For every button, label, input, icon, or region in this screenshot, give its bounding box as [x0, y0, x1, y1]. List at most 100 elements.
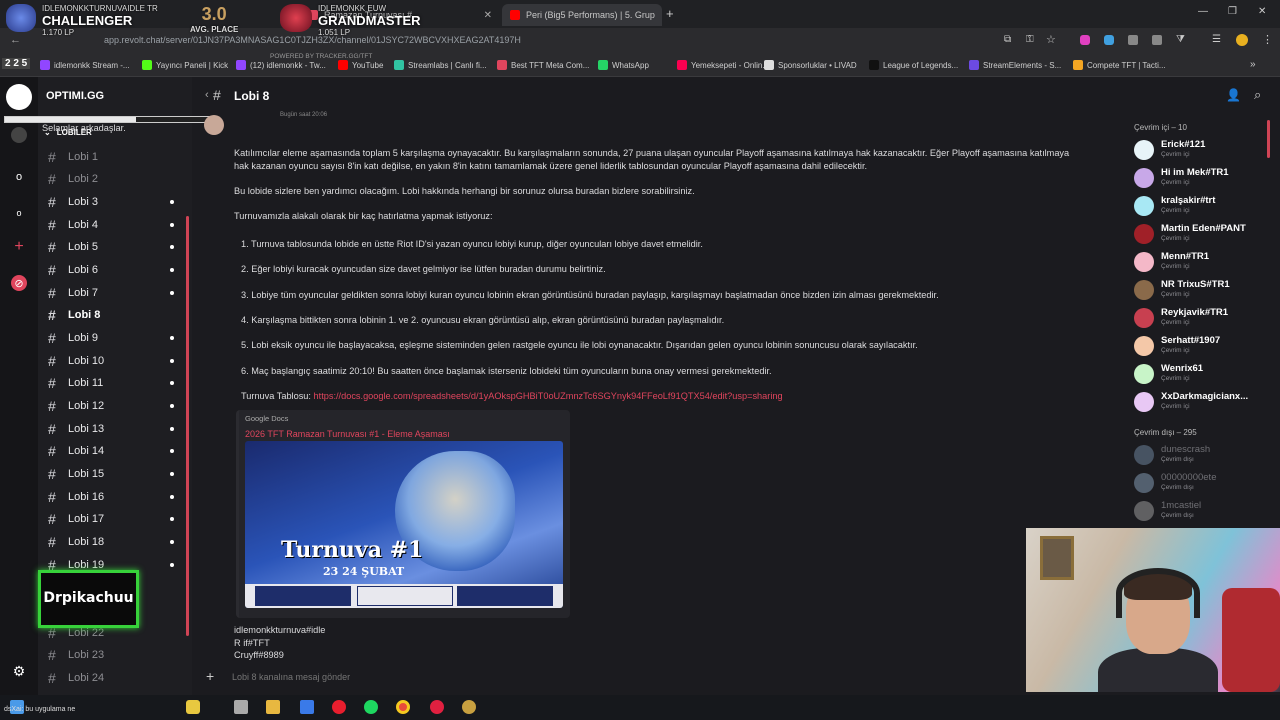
restore-icon[interactable]: ❐ — [1228, 6, 1237, 17]
channel-item[interactable]: # Lobi 17 — [48, 509, 174, 529]
discover-icon[interactable]: ⊘ — [11, 275, 27, 291]
chrome-icon[interactable] — [396, 700, 410, 714]
taskbar-app-icon[interactable] — [300, 700, 314, 714]
table-link[interactable]: https://docs.google.com/spreadsheets/d/1… — [314, 391, 783, 401]
channel-item[interactable]: # Lobi 23 — [48, 645, 174, 665]
member-item[interactable]: 00000000ete Çevrim dışı — [1134, 471, 1274, 497]
reading-list-icon[interactable]: ☰ — [1212, 34, 1221, 45]
channel-item[interactable]: # Lobi 15 — [48, 464, 174, 484]
sidebar-scrollbar[interactable] — [186, 216, 189, 636]
taskbar-app-icon[interactable] — [430, 700, 444, 714]
channel-item[interactable]: # Lobi 5 — [48, 237, 174, 257]
server-icon[interactable]: o — [11, 169, 27, 185]
channel-item[interactable]: # Lobi 18 — [48, 532, 174, 552]
member-item[interactable]: Hi im Mek#TR1 Çevrim içi — [1134, 166, 1274, 192]
chevron-left-icon[interactable]: ‹ — [205, 89, 209, 101]
bookmark-star-icon[interactable]: ☆ — [1046, 33, 1056, 46]
member-item[interactable]: NR TrixuS#TR1 Çevrim içi — [1134, 278, 1274, 304]
channel-item[interactable]: # Lobi 8 — [48, 305, 174, 325]
tab-label: Peri (Big5 Performans) | 5. Grup — [526, 10, 655, 20]
bookmark-item[interactable]: Yemeksepeti - Onlin... — [677, 60, 769, 70]
member-item[interactable]: Martin Eden#PANT Çevrim içi — [1134, 222, 1274, 248]
league-icon[interactable] — [462, 700, 476, 714]
member-status: Çevrim dışı — [1161, 456, 1194, 463]
bookmark-item[interactable]: idlemonkk Stream -... — [40, 60, 130, 70]
bookmark-item[interactable]: Streamlabs | Canlı fi... — [394, 60, 487, 70]
server-name[interactable]: OPTIMI.GG — [46, 90, 104, 102]
hash-icon: # — [48, 285, 56, 301]
members-icon[interactable]: 👤 — [1226, 88, 1241, 102]
bookmark-item[interactable]: WhatsApp — [598, 60, 649, 70]
member-avatar — [1134, 392, 1154, 412]
channel-item[interactable]: # Lobi 10 — [48, 351, 174, 371]
member-item[interactable]: Serhatt#1907 Çevrim içi — [1134, 334, 1274, 360]
server-icon[interactable] — [11, 127, 27, 143]
puzzle-extensions-icon[interactable]: ⧩ — [1176, 34, 1185, 45]
cast-icon[interactable]: ⧉ — [1004, 34, 1011, 45]
close-tab-icon[interactable]: ✕ — [661, 10, 662, 21]
bookmark-item[interactable]: Best TFT Meta Com... — [497, 60, 589, 70]
add-server-icon[interactable]: + — [11, 238, 27, 255]
channel-item[interactable]: # Lobi 6 — [48, 260, 174, 280]
member-item[interactable]: kralşakir#trt Çevrim içi — [1134, 194, 1274, 220]
extension-icon[interactable] — [1128, 35, 1138, 45]
opera-icon[interactable] — [332, 700, 346, 714]
member-avatar — [1134, 308, 1154, 328]
extension-icon[interactable] — [1080, 35, 1090, 45]
profile-avatar[interactable] — [1236, 34, 1248, 46]
more-bookmarks-icon[interactable]: » — [1250, 59, 1256, 70]
bookmark-item[interactable]: Compete TFT | Tacti... — [1073, 60, 1166, 70]
task-view-icon[interactable] — [234, 700, 248, 714]
bookmark-favicon-icon — [598, 60, 608, 70]
member-item[interactable]: XxDarkmagicianx... Çevrim içi — [1134, 390, 1274, 416]
channel-item[interactable]: # Lobi 1 — [48, 147, 174, 167]
extension-icon[interactable] — [1104, 35, 1114, 45]
channel-item[interactable]: # Lobi 12 — [48, 396, 174, 416]
member-scrollbar[interactable] — [1267, 120, 1270, 158]
member-item[interactable]: Reykjavik#TR1 Çevrim içi — [1134, 306, 1274, 332]
member-item[interactable]: 1mcastiel Çevrim dışı — [1134, 499, 1274, 525]
search-icon[interactable]: ⌕ — [1254, 87, 1261, 103]
channel-item[interactable]: # Lobi 4 — [48, 215, 174, 235]
channel-item[interactable]: # Lobi 16 — [48, 487, 174, 507]
member-item[interactable]: dunescrash Çevrim dışı — [1134, 443, 1274, 469]
channel-item[interactable]: # Lobi 2 — [48, 169, 174, 189]
channel-item[interactable]: # Lobi 3 — [48, 192, 174, 212]
bookmark-item[interactable]: Yayıncı Paneli | Kick — [142, 60, 228, 70]
taskbar-app-icon[interactable] — [186, 700, 200, 714]
channel-item[interactable]: # Lobi 7 — [48, 283, 174, 303]
file-explorer-icon[interactable] — [266, 700, 280, 714]
channel-item[interactable]: # Lobi 11 — [48, 373, 174, 393]
channel-item[interactable]: # Lobi 24 — [48, 668, 174, 688]
member-item[interactable]: Erick#121 Çevrim içi — [1134, 138, 1274, 164]
extension-icon[interactable] — [1152, 35, 1162, 45]
channel-item[interactable]: # Lobi 9 — [48, 328, 174, 348]
bookmark-item[interactable]: StreamElements - S... — [969, 60, 1061, 70]
embed-image[interactable]: Turnuva #1 23 24 ŞUBAT — [245, 441, 563, 608]
browser-menu-icon[interactable]: ⋮ — [1262, 33, 1273, 46]
settings-gear-icon[interactable]: ⚙ — [11, 663, 27, 679]
browser-tab-active[interactable]: Peri (Big5 Performans) | 5. Grup ✕ — [502, 4, 662, 26]
message-input[interactable] — [232, 672, 932, 682]
rule-item: 6. Maç başlangıç saatimiz 20:10! Bu saat… — [241, 366, 772, 376]
server-icon[interactable]: o — [11, 205, 27, 221]
channel-item[interactable]: # Lobi 14 — [48, 441, 174, 461]
spotify-icon[interactable] — [364, 700, 378, 714]
channel-item[interactable]: # Lobi 13 — [48, 419, 174, 439]
powered-by-text: POWERED BY TRACKER.GG/TFT — [270, 53, 373, 60]
bookmark-item[interactable]: (12) idlemonkk - Tw... — [236, 60, 326, 70]
embed-title[interactable]: 2026 TFT Ramazan Turnuvası #1 - Eleme Aş… — [245, 429, 450, 439]
member-item[interactable]: Wenrix61 Çevrim içi — [1134, 362, 1274, 388]
bookmark-item[interactable]: YouTube — [338, 60, 383, 70]
password-key-icon[interactable]: ⚿ — [1026, 34, 1034, 45]
server-logo[interactable] — [6, 84, 32, 110]
close-tab-icon[interactable]: ✕ — [484, 10, 492, 21]
close-window-icon[interactable]: ✕ — [1258, 6, 1266, 17]
bookmark-item[interactable]: Sponsorluklar • LIVAD — [764, 60, 857, 70]
new-tab-icon[interactable]: + — [666, 6, 674, 21]
bookmark-item[interactable]: League of Legends... — [869, 60, 958, 70]
minimize-icon[interactable]: — — [1198, 6, 1208, 17]
member-status: Çevrim dışı — [1161, 484, 1194, 491]
member-item[interactable]: Menn#TR1 Çevrim içi — [1134, 250, 1274, 276]
upload-plus-icon[interactable]: + — [206, 668, 214, 684]
